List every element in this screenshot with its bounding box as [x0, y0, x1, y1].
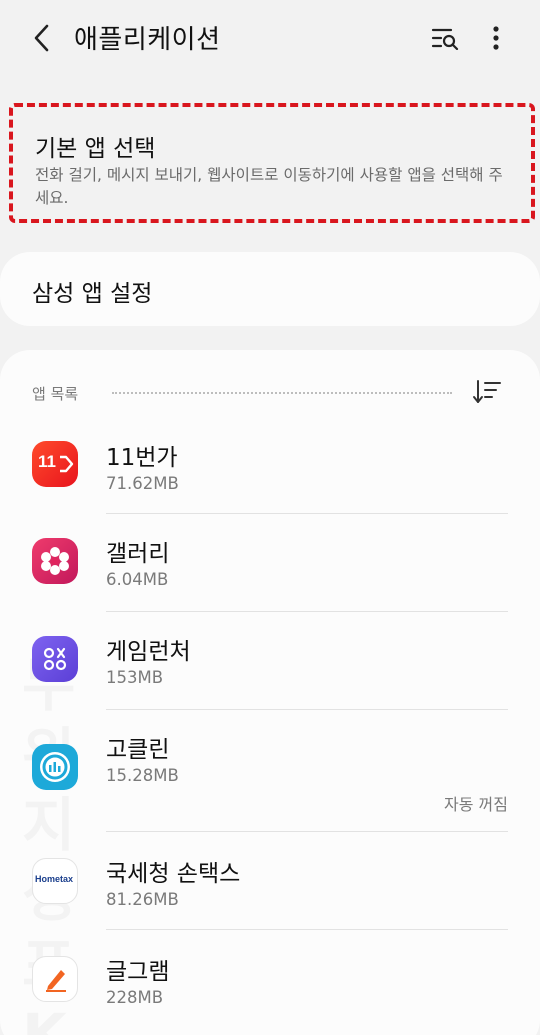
app-row-goclean[interactable]: 고클린 15.28MB 자동 꺼짐 — [0, 710, 540, 832]
app-name: 게임런처 — [106, 639, 191, 665]
app-size: 71.62MB — [106, 474, 179, 493]
11st-icon-text: 11 — [38, 452, 56, 471]
header-divider — [112, 392, 452, 394]
more-options-button[interactable] — [482, 20, 510, 56]
app-size: 81.26MB — [106, 890, 179, 909]
app-name: 갤러리 — [106, 541, 170, 567]
app-size: 6.04MB — [106, 570, 169, 589]
back-button[interactable] — [26, 20, 58, 56]
app-name: 국세청 손택스 — [106, 861, 241, 887]
sort-button[interactable] — [472, 378, 504, 406]
game-launcher-icon — [32, 636, 78, 682]
search-list-icon — [431, 28, 459, 50]
app-name: 글그램 — [106, 959, 170, 985]
hometax-icon: Hometax — [32, 858, 78, 904]
gallery-icon — [32, 538, 78, 584]
hometax-icon-text: Hometax — [35, 874, 74, 884]
app-size: 15.28MB — [106, 766, 179, 785]
app-bar: 애플리케이션 — [0, 0, 540, 76]
11st-icon: 11 — [32, 441, 78, 487]
app-size: 228MB — [106, 988, 164, 1007]
samsung-app-settings-label: 삼성 앱 설정 — [32, 281, 153, 307]
chevron-left-icon — [34, 24, 49, 52]
app-row-gallery[interactable]: 갤러리 6.04MB — [0, 514, 540, 612]
app-name: 11번가 — [106, 445, 178, 471]
app-list-card: 누위지생표K 앱 목록 11 11번가 71.62MB — [0, 350, 540, 1035]
app-row-11st[interactable]: 11 11번가 71.62MB — [0, 426, 540, 522]
samsung-app-settings-item[interactable]: 삼성 앱 설정 — [0, 252, 540, 326]
page-title: 애플리케이션 — [74, 25, 221, 55]
default-apps-item[interactable]: 기본 앱 선택 전화 걸기, 메시지 보내기, 웹사이트로 이동하기에 사용할 … — [9, 103, 535, 223]
geulgram-icon — [32, 956, 78, 1002]
app-size: 153MB — [106, 668, 164, 687]
default-apps-description: 전화 걸기, 메시지 보내기, 웹사이트로 이동하기에 사용할 앱을 선택해 주… — [35, 166, 503, 207]
more-vertical-icon — [493, 26, 499, 50]
app-row-game-launcher[interactable]: 게임런처 153MB — [0, 612, 540, 710]
goclean-icon — [32, 744, 78, 790]
auto-off-status: 자동 꺼짐 — [444, 795, 508, 814]
app-row-geulgram[interactable]: 글그램 228MB — [0, 930, 540, 1028]
search-button[interactable] — [428, 22, 464, 54]
app-name: 고클린 — [106, 737, 170, 763]
sort-icon — [473, 380, 501, 403]
app-list-header: 앱 목록 — [32, 385, 79, 403]
default-apps-title: 기본 앱 선택 — [35, 136, 156, 162]
app-row-hometax[interactable]: Hometax 국세청 손택스 81.26MB — [0, 832, 540, 930]
